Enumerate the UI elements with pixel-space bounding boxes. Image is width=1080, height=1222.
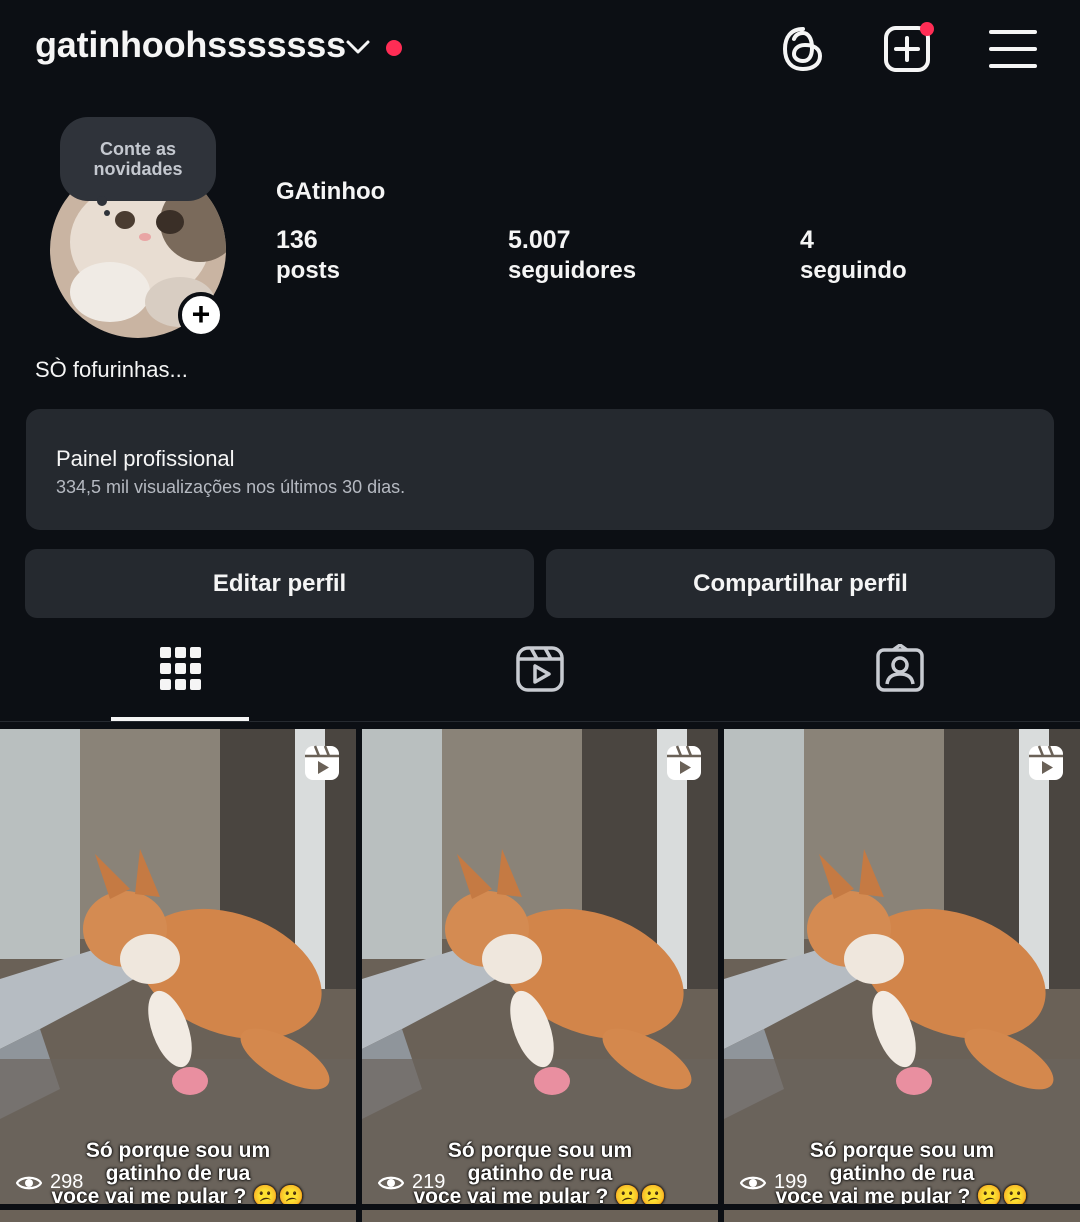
post-thumbnail[interactable]: Só porque sou um gatinho de rua voce vai… (362, 729, 718, 1204)
note-bubble-tail-small (104, 210, 110, 216)
cat-photo (362, 729, 718, 1204)
grid-icon[interactable] (155, 644, 205, 694)
next-row-thumbnail[interactable] (362, 1210, 718, 1222)
display-name: GAtinhoo (276, 178, 386, 205)
add-story-button[interactable]: + (178, 292, 224, 338)
caption-line: Só porque sou um (447, 1139, 633, 1162)
share-profile-button[interactable]: Compartilhar perfil (546, 549, 1055, 618)
threads-icon[interactable] (778, 24, 828, 74)
caption-line: Só porque sou um (85, 1139, 271, 1162)
dashboard-subtitle: 334,5 mil visualizações nos últimos 30 d… (56, 477, 406, 497)
view-count-value: 298 (50, 1171, 84, 1193)
followers-count[interactable]: 5.007 (508, 226, 571, 255)
caption-line: Só porque sou um (809, 1139, 995, 1162)
view-count-value: 199 (774, 1171, 808, 1193)
chevron-down-icon[interactable] (345, 36, 371, 58)
eye-icon (378, 1176, 404, 1189)
reel-badge-icon (1029, 745, 1063, 780)
next-row-thumbnail[interactable] (0, 1210, 356, 1222)
view-count-value: 219 (412, 1171, 446, 1193)
view-count: 298 (16, 1171, 83, 1194)
followers-label[interactable]: seguidores (508, 257, 636, 285)
cat-photo (724, 729, 1080, 1204)
profile-username[interactable]: gatinhoohsssssss (35, 24, 346, 66)
eye-icon (16, 1176, 42, 1189)
create-notification-dot (920, 22, 934, 36)
following-count[interactable]: 4 (800, 226, 814, 255)
posts-count[interactable]: 136 (276, 226, 318, 255)
note-bubble[interactable]: Conte as novidades (60, 117, 216, 201)
note-bubble-tail (97, 196, 107, 206)
post-thumbnail[interactable]: Só porque sou um gatinho de rua voce vai… (724, 729, 1080, 1204)
view-count: 199 (740, 1171, 807, 1194)
reel-badge-icon (667, 745, 701, 780)
post-thumbnail[interactable]: Só porque sou um gatinho de rua voce vai… (0, 729, 356, 1204)
cat-photo (0, 729, 356, 1204)
following-label[interactable]: seguindo (800, 257, 907, 285)
posts-label[interactable]: posts (276, 257, 340, 285)
next-row-thumbnail[interactable] (724, 1210, 1080, 1222)
profile-bio: SÒ fofurinhas... (35, 357, 188, 382)
edit-profile-button[interactable]: Editar perfil (25, 549, 534, 618)
reels-icon[interactable] (515, 644, 565, 694)
menu-icon[interactable] (988, 24, 1038, 74)
tagged-icon[interactable] (875, 644, 925, 694)
reel-badge-icon (305, 745, 339, 780)
view-count: 219 (378, 1171, 445, 1194)
notification-dot (386, 40, 402, 56)
eye-icon (740, 1176, 766, 1189)
dashboard-title: Painel profissional (56, 446, 235, 471)
tabs-divider (0, 721, 1080, 722)
